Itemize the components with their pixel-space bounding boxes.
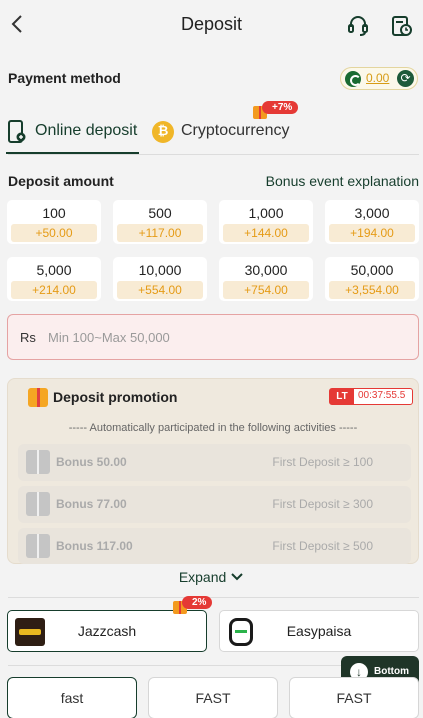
header: Deposit [0,0,423,52]
amount-bonus: +554.00 [117,281,203,299]
speed-option-label: fast [60,690,84,706]
amount-bonus: +3,554.00 [329,281,415,299]
currency-prefix: Rs [20,330,36,345]
amount-option[interactable]: 5,000 +214.00 [7,257,101,301]
speed-option[interactable]: FAST [148,677,278,718]
channel-jazzcash[interactable]: Jazzcash [7,610,207,652]
promotion-title: Deposit promotion [53,389,178,405]
promotion-row: Bonus 117.00 First Deposit ≥ 500 [18,528,411,564]
amount-bonus: +117.00 [117,224,203,242]
speed-option-label: FAST [336,690,372,706]
tabs-divider [8,154,419,155]
amount-value: 10,000 [138,262,182,278]
promotion-bonus: Bonus 117.00 [56,539,133,553]
amount-value: 50,000 [350,262,394,278]
promotion-bonus: Bonus 77.00 [56,497,127,511]
balance-value: 0.00 [366,71,390,85]
speed-option[interactable]: fast [7,677,137,718]
amount-option[interactable]: 10,000 +554.00 [113,257,207,301]
amount-bonus: +214.00 [11,281,97,299]
amount-value: 30,000 [244,262,288,278]
speed-option[interactable]: FAST [289,677,419,718]
amount-input[interactable]: Rs Min 100~Max 50,000 [7,314,419,360]
promotion-condition: First Deposit ≥ 300 [272,497,373,511]
speed-option-label: FAST [195,690,231,706]
bonus-event-explanation-link[interactable]: Bonus event explanation [266,173,419,189]
section-divider [8,597,419,598]
promotion-condition: First Deposit ≥ 500 [272,539,373,553]
gift-icon [26,492,50,516]
amount-option[interactable]: 1,000 +144.00 [219,200,313,244]
amount-placeholder: Min 100~Max 50,000 [48,330,170,345]
balance-pill: 0.00 ⟳ [340,67,418,90]
customer-service-icon[interactable] [347,14,369,38]
tab-online-deposit-label: Online deposit [35,122,138,139]
refresh-icon[interactable]: ⟳ [397,70,414,87]
channel-label: Jazzcash [77,623,137,639]
amount-option[interactable]: 500 +117.00 [113,200,207,244]
deposit-tabs: Online deposit Cryptocurrency +7% [0,101,423,156]
amount-bonus: +144.00 [223,224,309,242]
phone-icon [8,120,26,143]
channel-bonus-badge: 2% [182,596,213,609]
timer-tag: LT [330,389,354,404]
promotion-timer: LT 00:37:55.5 [329,388,413,405]
payment-method-label: Payment method [8,70,121,86]
chevron-down-icon [231,573,243,581]
amount-bonus: +194.00 [329,224,415,242]
expand-button[interactable]: Expand [0,569,423,585]
gift-icon [28,388,48,407]
expand-label: Expand [178,569,227,585]
amount-bonus: +754.00 [223,281,309,299]
tab-cryptocurrency[interactable]: Cryptocurrency [150,112,300,154]
promotion-condition: First Deposit ≥ 100 [272,455,373,469]
deposit-promotion-panel: Deposit promotion LT 00:37:55.5 ----- Au… [7,378,419,564]
amount-option[interactable]: 30,000 +754.00 [219,257,313,301]
bitcoin-icon [152,121,174,143]
amount-value: 500 [148,205,172,221]
promotion-bonus: Bonus 50.00 [56,455,127,469]
amount-option[interactable]: 100 +50.00 [7,200,101,244]
amount-bonus: +50.00 [11,224,97,242]
crypto-bonus-badge: +7% [262,101,299,114]
gift-icon [26,534,50,558]
tab-online-deposit[interactable]: Online deposit [6,112,139,154]
amount-option[interactable]: 3,000 +194.00 [325,200,419,244]
tab-cryptocurrency-label: Cryptocurrency [181,122,290,139]
gift-icon [26,450,50,474]
promotion-subtitle: ----- Automatically participated in the … [68,422,358,434]
promotion-row: Bonus 50.00 First Deposit ≥ 100 [18,444,411,481]
channel-easypaisa[interactable]: Easypaisa [219,610,419,652]
pakistan-flag-icon [345,71,361,87]
amount-value: 100 [42,205,66,221]
amount-value: 3,000 [354,205,390,221]
scroll-bottom-label: Bottom [374,666,409,677]
promotion-row: Bonus 77.00 First Deposit ≥ 300 [18,486,411,523]
amount-value: 5,000 [36,262,72,278]
deposit-history-icon[interactable] [391,14,413,38]
deposit-amount-label: Deposit amount [8,173,114,189]
channel-label: Easypaisa [286,623,352,639]
amount-value: 1,000 [248,205,284,221]
amount-option[interactable]: 50,000 +3,554.00 [325,257,419,301]
timer-value: 00:37:55.5 [358,390,406,401]
